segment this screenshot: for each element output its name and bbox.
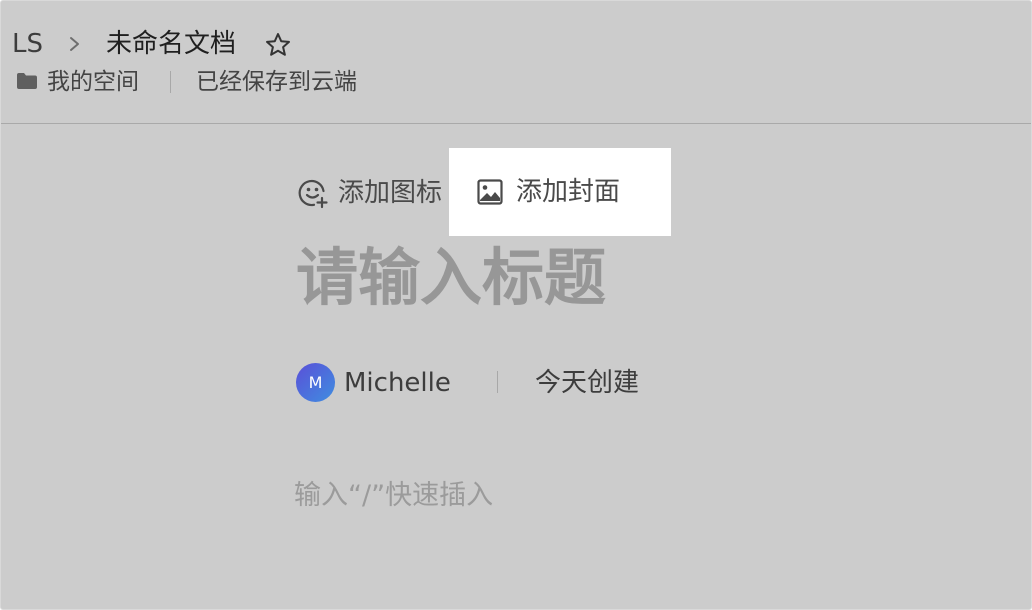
divider xyxy=(497,371,498,393)
breadcrumb-root[interactable]: LS xyxy=(12,29,43,59)
author-name[interactable]: Michelle xyxy=(344,367,451,399)
save-status: 已经保存到云端 xyxy=(196,69,357,95)
smile-add-icon xyxy=(298,179,328,209)
folder-icon xyxy=(17,73,37,89)
document-title[interactable]: 未命名文档 xyxy=(106,29,236,59)
chevron-right-icon xyxy=(70,37,79,51)
add-icon-label: 添加图标 xyxy=(338,178,443,208)
image-icon xyxy=(477,179,503,205)
star-icon[interactable] xyxy=(264,31,292,59)
avatar[interactable]: M xyxy=(296,363,335,402)
space-link[interactable]: 我的空间 xyxy=(47,68,139,96)
title-input[interactable]: 请输入标题 xyxy=(296,241,606,315)
add-cover-label: 添加封面 xyxy=(516,177,621,207)
document-editor: LS 未命名文档 我的空间 已经保存到云端 添加图标 添加封面 请输入标题 M … xyxy=(0,0,1032,610)
add-icon-button[interactable]: 添加图标 xyxy=(297,176,442,210)
avatar-initial: M xyxy=(308,373,323,392)
created-time: 今天创建 xyxy=(535,368,640,398)
document-header: LS 未命名文档 我的空间 已经保存到云端 xyxy=(1,1,1031,124)
body-input[interactable]: 输入“/”快速插入 xyxy=(294,479,493,513)
divider xyxy=(170,71,171,93)
add-cover-button[interactable]: 添加封面 xyxy=(449,148,671,236)
